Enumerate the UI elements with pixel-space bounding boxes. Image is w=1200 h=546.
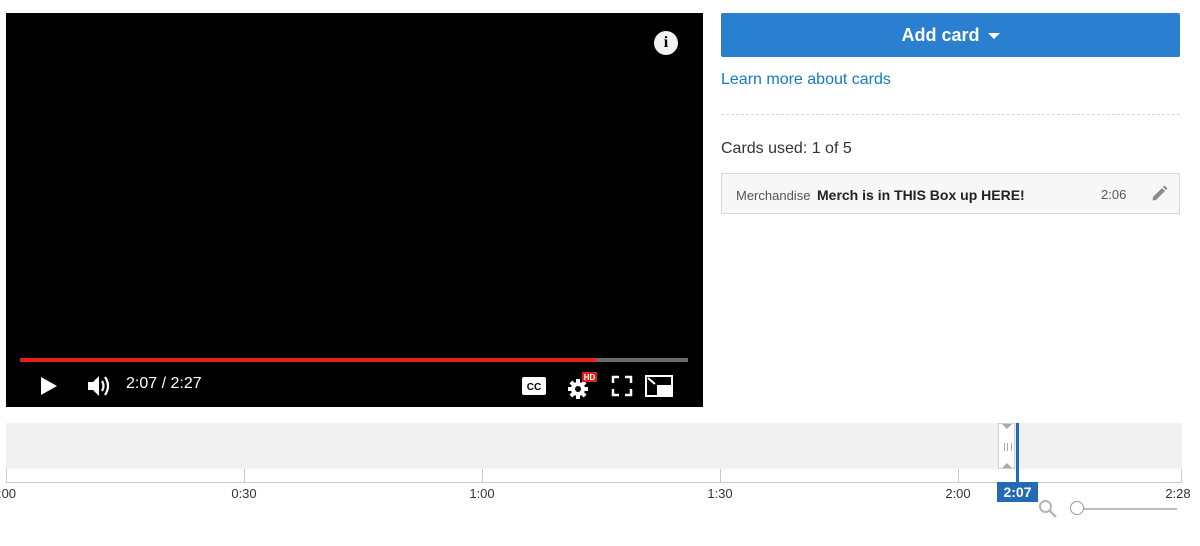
info-icon[interactable]: i: [654, 31, 678, 55]
add-card-button[interactable]: Add card: [721, 13, 1180, 57]
volume-icon: [88, 376, 110, 396]
zoom-slider-track[interactable]: [1080, 508, 1177, 510]
add-card-label: Add card: [901, 24, 980, 45]
card-marker-handle[interactable]: [998, 423, 1015, 469]
cast-icon: [645, 375, 673, 397]
playhead-time-label[interactable]: 2:07: [997, 482, 1038, 502]
volume-button[interactable]: [84, 371, 114, 401]
play-icon: [41, 377, 57, 395]
edit-card-button[interactable]: [1150, 185, 1168, 203]
playhead-line[interactable]: [1016, 423, 1019, 485]
timeline-tick: [482, 469, 483, 482]
settings-button[interactable]: HD: [566, 371, 598, 401]
pencil-icon: [1152, 185, 1168, 201]
cc-icon: CC: [522, 377, 546, 395]
zoom-slider-handle[interactable]: [1070, 501, 1084, 515]
card-item[interactable]: Merchandise Merch is in THIS Box up HERE…: [721, 173, 1180, 214]
play-button[interactable]: [36, 373, 62, 399]
timeline-tick: [6, 469, 7, 482]
miniplayer-button[interactable]: [644, 372, 674, 400]
divider: [721, 114, 1180, 115]
learn-more-link[interactable]: Learn more about cards: [721, 71, 891, 89]
timeline-tick-label: 2:00: [945, 486, 971, 501]
timeline-tick-label: :00: [0, 486, 17, 501]
zoom-button[interactable]: [1038, 499, 1058, 519]
card-time: 2:06: [1101, 187, 1127, 202]
time-display: 2:07 / 2:27: [126, 375, 202, 392]
timeline-tick-label: 1:30: [707, 486, 733, 501]
timeline-tick: [958, 469, 959, 482]
timeline-tick: [720, 469, 721, 482]
progress-played: [20, 358, 596, 362]
timeline-tick-label: 2:28: [1165, 486, 1191, 501]
fullscreen-icon: [611, 375, 633, 397]
timeline-tick-label: 1:00: [469, 486, 495, 501]
marker-arrow-up: [1002, 424, 1012, 429]
card-type: Merchandise: [736, 188, 811, 203]
marker-arrow-down: [1002, 463, 1012, 468]
captions-button[interactable]: CC: [522, 374, 546, 398]
settings-icon: HD: [568, 372, 597, 399]
cards-used-count: Cards used: 1 of 5: [721, 140, 852, 157]
timeline-tick: [1181, 469, 1182, 482]
magnifier-icon: [1039, 500, 1057, 518]
timeline-tick-label: 0:30: [231, 486, 257, 501]
fullscreen-button[interactable]: [609, 373, 635, 399]
card-title: Merch is in THIS Box up HERE!: [817, 187, 1025, 203]
progress-bar[interactable]: [20, 358, 688, 362]
video-player[interactable]: i 2:07 / 2:27 CC HD: [6, 13, 703, 407]
timeline-tick: [244, 469, 245, 482]
caret-down-icon: [987, 33, 1000, 39]
grip-icon: [1004, 443, 1012, 451]
cc-label: CC: [527, 382, 541, 393]
hd-badge: HD: [584, 373, 596, 382]
